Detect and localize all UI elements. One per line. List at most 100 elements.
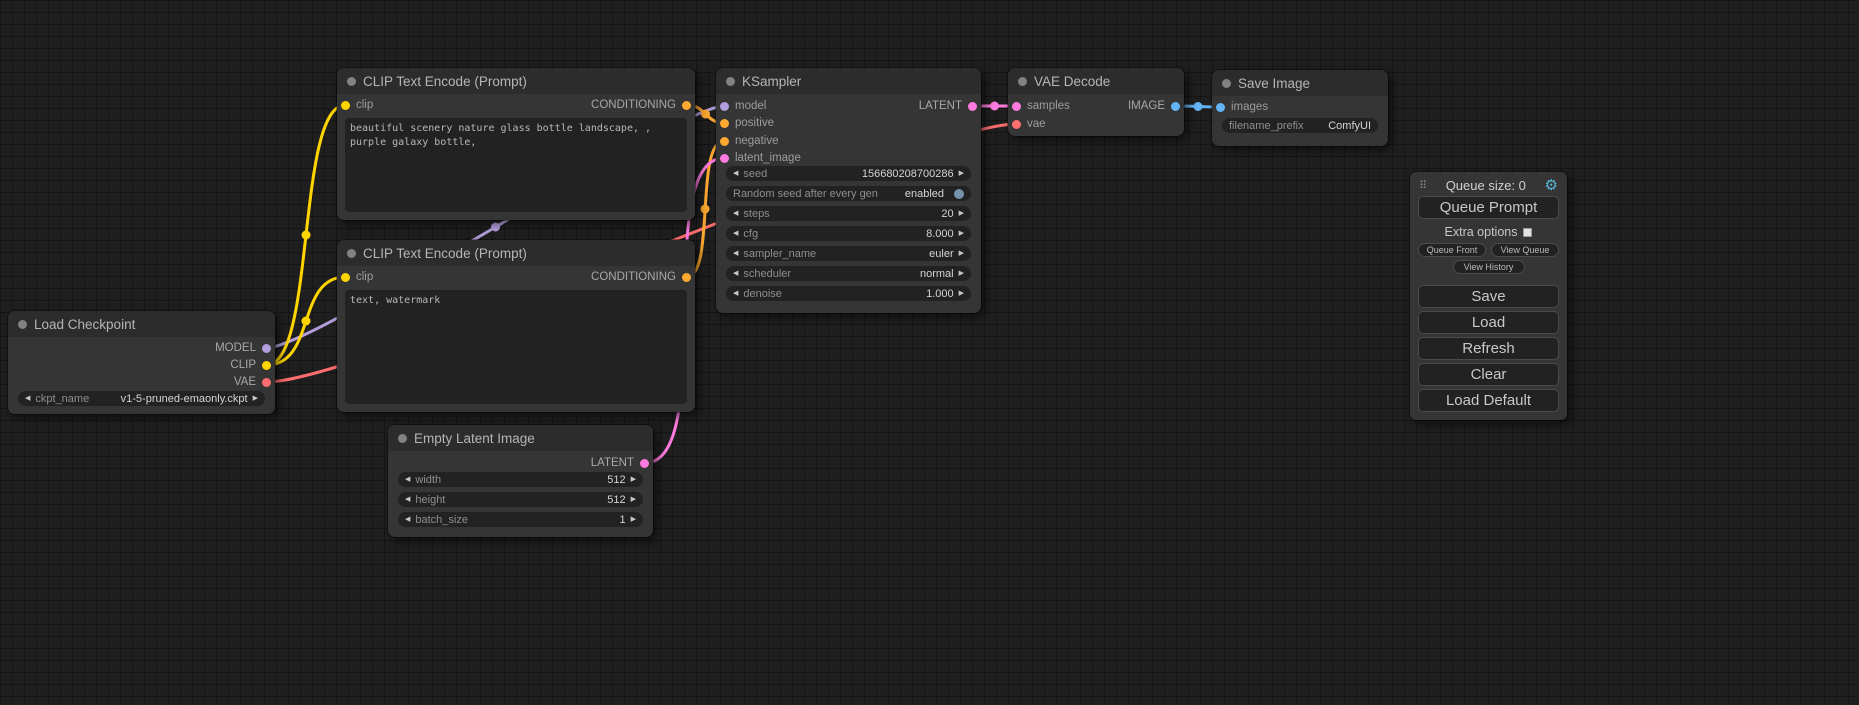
decrement-arrow-icon[interactable]: ◀ — [733, 250, 738, 257]
widget-control-after-generate[interactable]: Random seed after every gen enabled — [726, 186, 971, 201]
node-title-bar[interactable]: Empty Latent Image — [388, 425, 653, 451]
node-title: CLIP Text Encode (Prompt) — [363, 246, 527, 261]
slot-label: LATENT — [919, 100, 962, 112]
slot-dot-latent[interactable] — [720, 154, 729, 163]
drag-handle-icon[interactable]: ⠿ — [1419, 179, 1427, 192]
node-empty-latent-image[interactable]: Empty Latent Image LATENT ◀ width 512 ▶ … — [388, 425, 653, 537]
collapse-dot-icon[interactable] — [398, 434, 407, 443]
node-title-bar[interactable]: Load Checkpoint — [8, 311, 275, 337]
view-history-button[interactable]: View History — [1453, 260, 1525, 274]
widget-scheduler[interactable]: ◀ scheduler normal ▶ — [726, 266, 971, 281]
node-load-checkpoint[interactable]: Load Checkpoint MODEL CLIP VAE ◀ ckpt_na… — [8, 311, 275, 414]
increment-arrow-icon[interactable]: ▶ — [959, 230, 964, 237]
increment-arrow-icon[interactable]: ▶ — [631, 476, 636, 483]
node-ksampler[interactable]: KSampler model positive negative latent_… — [716, 68, 981, 313]
widget-seed[interactable]: ◀ seed 156680208700286 ▶ — [726, 166, 971, 181]
slot-dot-vae[interactable] — [262, 378, 271, 387]
node-graph-canvas[interactable]: { "colors": { "model": "#B39DDB", "clip"… — [0, 0, 1859, 705]
decrement-arrow-icon[interactable]: ◀ — [405, 496, 410, 503]
refresh-button[interactable]: Refresh — [1418, 337, 1559, 360]
slot-label: vae — [1027, 118, 1046, 130]
increment-arrow-icon[interactable]: ▶ — [631, 496, 636, 503]
widget-denoise[interactable]: ◀ denoise 1.000 ▶ — [726, 286, 971, 301]
queue-panel[interactable]: ⠿ Queue size: 0 ⚙ Queue Prompt Extra opt… — [1410, 172, 1567, 420]
collapse-dot-icon[interactable] — [726, 77, 735, 86]
slot-label: CLIP — [230, 359, 256, 371]
widget-batch-size[interactable]: ◀ batch_size 1 ▶ — [398, 512, 643, 527]
prompt-textarea[interactable]: text, watermark — [345, 290, 687, 404]
link-midpoint-dot — [701, 205, 710, 214]
increment-arrow-icon[interactable]: ▶ — [959, 290, 964, 297]
clear-button[interactable]: Clear — [1418, 363, 1559, 386]
widget-label: ckpt_name — [35, 393, 89, 405]
slot-dot-conditioning[interactable] — [682, 101, 691, 110]
widget-steps[interactable]: ◀ steps 20 ▶ — [726, 206, 971, 221]
node-vae-decode[interactable]: VAE Decode samples vae IMAGE — [1008, 68, 1184, 136]
slot-label: images — [1231, 101, 1268, 113]
collapse-dot-icon[interactable] — [1018, 77, 1027, 86]
decrement-arrow-icon[interactable]: ◀ — [733, 170, 738, 177]
decrement-arrow-icon[interactable]: ◀ — [405, 516, 410, 523]
increment-arrow-icon[interactable]: ▶ — [631, 516, 636, 523]
slot-dot-latent[interactable] — [968, 102, 977, 111]
slot-dot-clip[interactable] — [341, 101, 350, 110]
slot-dot-image[interactable] — [1171, 102, 1180, 111]
widget-cfg[interactable]: ◀ cfg 8.000 ▶ — [726, 226, 971, 241]
decrement-arrow-icon[interactable]: ◀ — [733, 210, 738, 217]
widget-label: height — [415, 494, 445, 506]
queue-front-button[interactable]: Queue Front — [1418, 243, 1486, 257]
slot-dot-clip[interactable] — [341, 273, 350, 282]
node-title-bar[interactable]: VAE Decode — [1008, 68, 1184, 94]
settings-gear-icon[interactable]: ⚙ — [1545, 178, 1558, 193]
node-clip-text-encode-negative[interactable]: CLIP Text Encode (Prompt) clip CONDITION… — [337, 240, 695, 412]
node-title-bar[interactable]: Save Image — [1212, 70, 1388, 96]
load-button[interactable]: Load — [1418, 311, 1559, 334]
decrement-arrow-icon[interactable]: ◀ — [733, 290, 738, 297]
widget-ckpt-name[interactable]: ◀ ckpt_name v1-5-pruned-emaonly.ckpt ▶ — [18, 391, 265, 406]
slot-dot-conditioning[interactable] — [720, 119, 729, 128]
widget-height[interactable]: ◀ height 512 ▶ — [398, 492, 643, 507]
slot-dot-vae[interactable] — [1012, 120, 1021, 129]
node-title-bar[interactable]: CLIP Text Encode (Prompt) — [337, 68, 695, 94]
queue-prompt-button[interactable]: Queue Prompt — [1418, 196, 1559, 219]
link-midpoint-dot — [1194, 102, 1203, 111]
decrement-arrow-icon[interactable]: ◀ — [405, 476, 410, 483]
widget-sampler-name[interactable]: ◀ sampler_name euler ▶ — [726, 246, 971, 261]
collapse-dot-icon[interactable] — [18, 320, 27, 329]
slot-dot-model[interactable] — [720, 102, 729, 111]
slot-dot-conditioning[interactable] — [720, 137, 729, 146]
load-default-button[interactable]: Load Default — [1418, 389, 1559, 412]
slot-dot-latent[interactable] — [640, 459, 649, 468]
input-slot-samples: samples — [1012, 98, 1070, 114]
widget-width[interactable]: ◀ width 512 ▶ — [398, 472, 643, 487]
collapse-dot-icon[interactable] — [347, 77, 356, 86]
increment-arrow-icon[interactable]: ▶ — [959, 270, 964, 277]
node-clip-text-encode-positive[interactable]: CLIP Text Encode (Prompt) clip CONDITION… — [337, 68, 695, 220]
increment-arrow-icon[interactable]: ▶ — [253, 395, 258, 402]
extra-options-checkbox[interactable] — [1523, 228, 1532, 237]
node-save-image[interactable]: Save Image images filename_prefix ComfyU… — [1212, 70, 1388, 146]
prompt-textarea[interactable]: beautiful scenery nature glass bottle la… — [345, 118, 687, 212]
slot-dot-model[interactable] — [262, 344, 271, 353]
widget-label: sampler_name — [743, 248, 816, 260]
slot-label: model — [735, 100, 766, 112]
increment-arrow-icon[interactable]: ▶ — [959, 250, 964, 257]
increment-arrow-icon[interactable]: ▶ — [959, 210, 964, 217]
toggle-knob-icon[interactable] — [954, 189, 964, 199]
decrement-arrow-icon[interactable]: ◀ — [733, 230, 738, 237]
node-title-bar[interactable]: CLIP Text Encode (Prompt) — [337, 240, 695, 266]
node-title: Load Checkpoint — [34, 317, 135, 332]
view-queue-button[interactable]: View Queue — [1491, 243, 1559, 257]
save-button[interactable]: Save — [1418, 285, 1559, 308]
node-title-bar[interactable]: KSampler — [716, 68, 981, 94]
increment-arrow-icon[interactable]: ▶ — [959, 170, 964, 177]
collapse-dot-icon[interactable] — [347, 249, 356, 258]
slot-dot-image[interactable] — [1216, 103, 1225, 112]
slot-dot-latent[interactable] — [1012, 102, 1021, 111]
decrement-arrow-icon[interactable]: ◀ — [733, 270, 738, 277]
widget-filename-prefix[interactable]: filename_prefix ComfyUI — [1222, 118, 1378, 133]
decrement-arrow-icon[interactable]: ◀ — [25, 395, 30, 402]
slot-dot-conditioning[interactable] — [682, 273, 691, 282]
collapse-dot-icon[interactable] — [1222, 79, 1231, 88]
slot-dot-clip[interactable] — [262, 361, 271, 370]
